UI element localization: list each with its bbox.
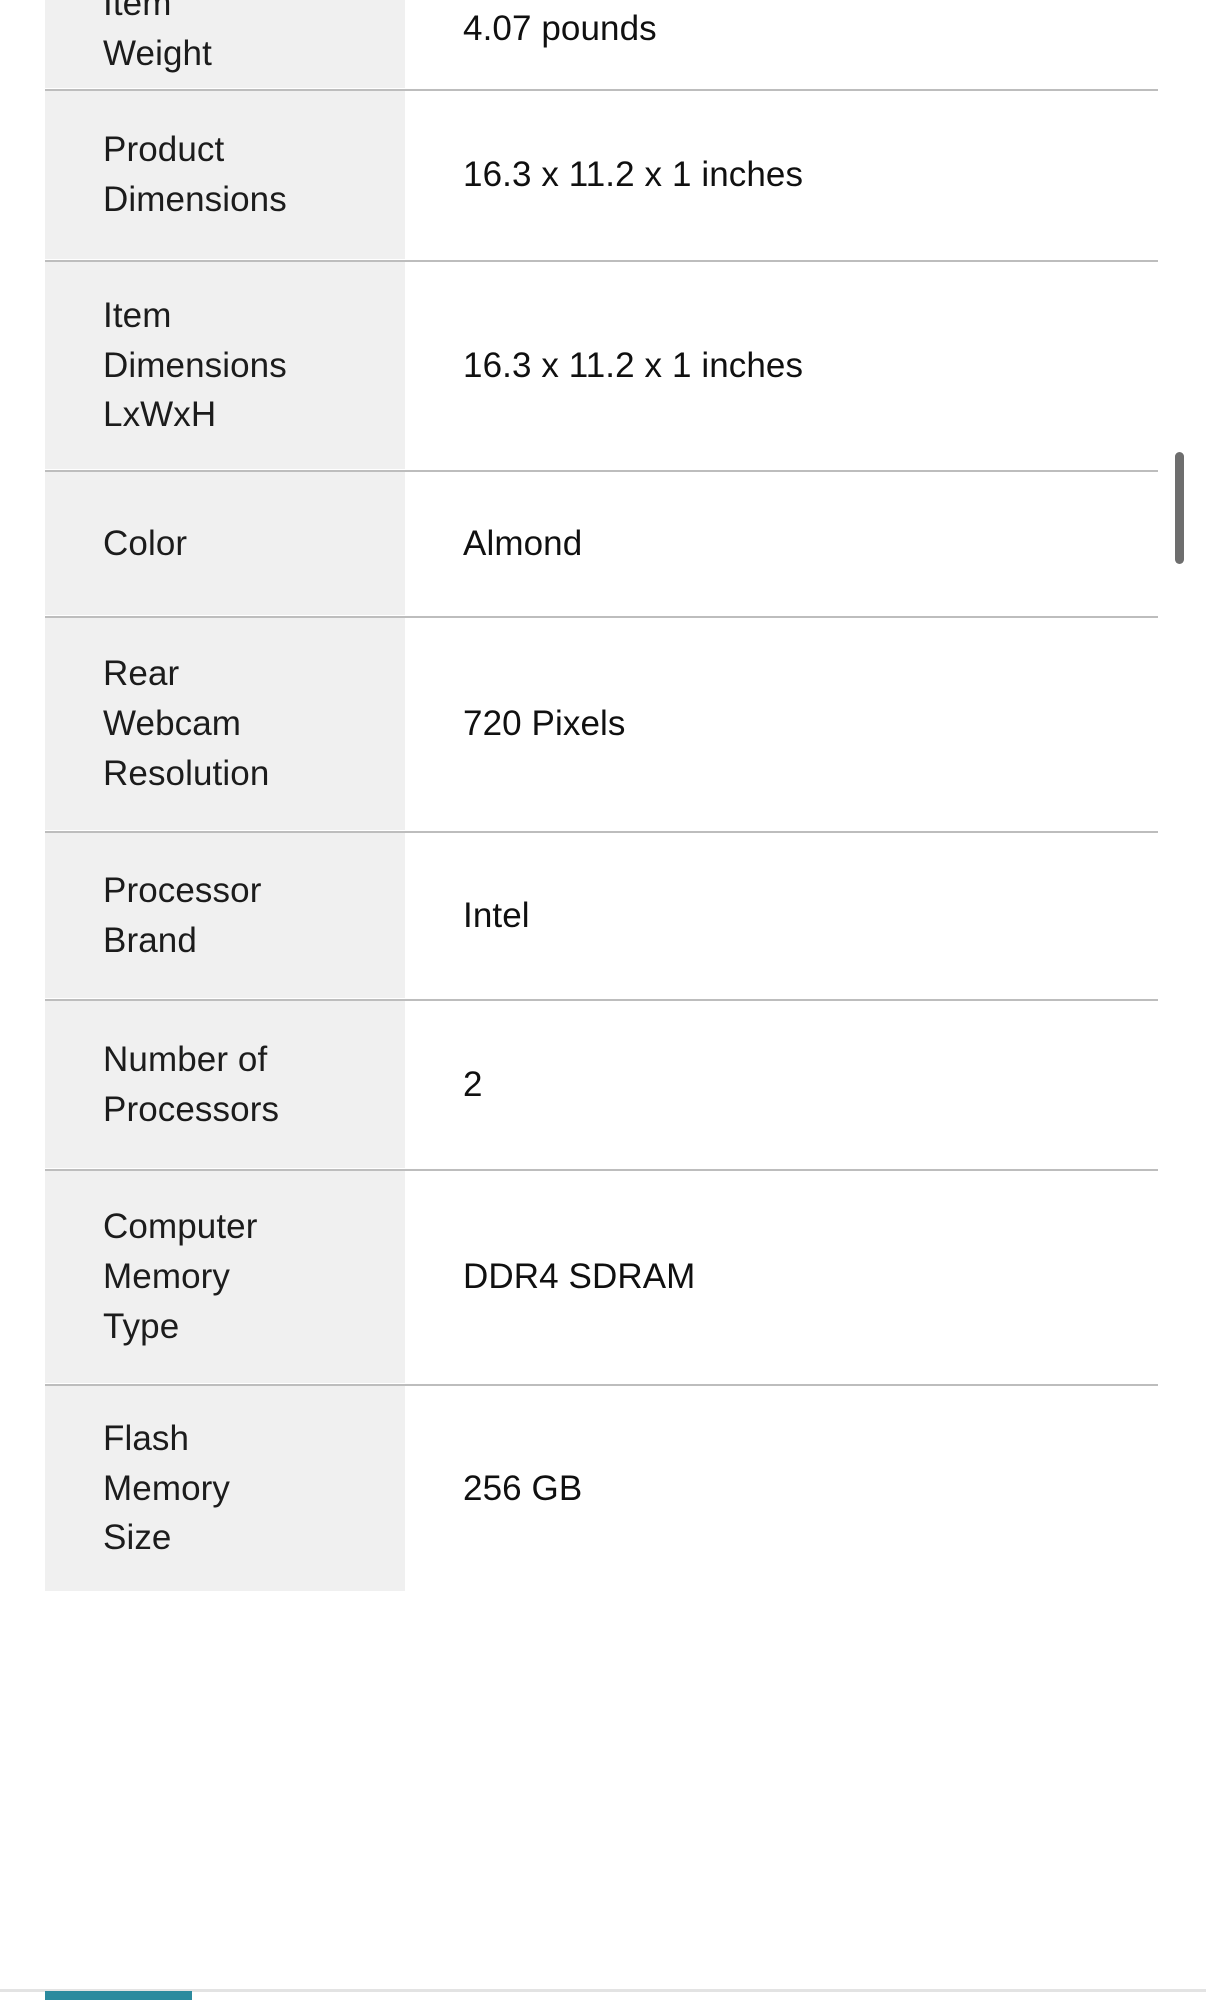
left-gutter — [0, 1386, 45, 1591]
spec-label-cell: Item Weight — [45, 0, 405, 88]
spec-label-cell: Processor Brand — [45, 833, 405, 998]
row-divider — [0, 469, 1206, 472]
spec-label-text: Flash Memory Size — [103, 1418, 230, 1558]
left-gutter — [0, 472, 45, 615]
spec-row: Color Almond — [0, 472, 1206, 615]
spec-value-text: 16.3 x 11.2 x 1 inches — [463, 155, 804, 195]
spec-value-text: DDR4 SDRAM — [463, 1257, 696, 1297]
product-specification-table: Item Weight 4.07 pounds Product Dimensions… — [0, 0, 1206, 1591]
spec-label-text: Item Weight — [103, 0, 212, 73]
left-gutter — [0, 0, 45, 88]
spec-row: Processor Brand Intel — [0, 833, 1206, 998]
spec-label-text: Number of Processors — [103, 1039, 280, 1129]
spec-row: Computer Memory Type DDR4 SDRAM — [0, 1171, 1206, 1383]
row-divider — [0, 88, 1206, 91]
spec-value-cell: 720 Pixels — [405, 618, 1206, 830]
spec-label-cell: Number of Processors — [45, 1001, 405, 1168]
left-gutter — [0, 91, 45, 259]
spec-label-cell: Color — [45, 472, 405, 615]
spec-label-text: Item Dimensions LxWxH — [103, 295, 287, 435]
scrollbar-thumb[interactable] — [1175, 452, 1184, 564]
left-gutter — [0, 1171, 45, 1383]
spec-value-cell: Intel — [405, 833, 1206, 998]
spec-value-text: 2 — [463, 1064, 483, 1104]
product-details-screen: Item Weight 4.07 pounds Product Dimensions… — [0, 0, 1206, 2000]
spec-value-cell: 2 — [405, 1001, 1206, 1168]
spec-row: Product Dimensions 16.3 x 11.2 x 1 inches — [0, 91, 1206, 259]
spec-label-text: Color — [103, 523, 188, 563]
spec-value-cell: 16.3 x 11.2 x 1 inches — [405, 262, 1206, 469]
row-divider — [0, 1383, 1206, 1386]
row-divider — [0, 830, 1206, 833]
spec-label-text: Product Dimensions — [103, 130, 287, 219]
spec-label-text: Processor Brand — [103, 870, 262, 960]
spec-value-text: Intel — [463, 895, 530, 935]
spec-value-text: 4.07 pounds — [463, 9, 657, 49]
spec-row: Rear Webcam Resolution 720 Pixels — [0, 618, 1206, 830]
row-divider — [0, 1168, 1206, 1171]
spec-label-cell: Product Dimensions — [45, 91, 405, 259]
spec-row: Item Weight 4.07 pounds — [0, 0, 1206, 88]
spec-label-text: Computer Memory Type — [103, 1207, 258, 1346]
spec-label-cell: Flash Memory Size — [45, 1386, 405, 1591]
spec-value-text: 256 GB — [463, 1468, 583, 1508]
spec-value-text: Almond — [463, 523, 583, 563]
page-load-progress-bar — [45, 1991, 192, 2000]
spec-value-text: 720 Pixels — [463, 704, 626, 744]
spec-value-cell: 256 GB — [405, 1386, 1206, 1591]
spec-value-cell: 16.3 x 11.2 x 1 inches — [405, 91, 1206, 259]
spec-row: Number of Processors 2 — [0, 1001, 1206, 1168]
spec-label-text: Rear Webcam Resolution — [103, 654, 270, 793]
spec-value-cell: Almond — [405, 472, 1206, 615]
spec-value-cell: 4.07 pounds — [405, 0, 1206, 88]
left-gutter — [0, 1001, 45, 1168]
left-gutter — [0, 618, 45, 830]
spec-value-cell: DDR4 SDRAM — [405, 1171, 1206, 1383]
spec-label-cell: Rear Webcam Resolution — [45, 618, 405, 830]
spec-label-cell: Computer Memory Type — [45, 1171, 405, 1383]
spec-row: Flash Memory Size 256 GB — [0, 1386, 1206, 1591]
row-divider — [0, 998, 1206, 1001]
spec-label-cell: Item Dimensions LxWxH — [45, 262, 405, 469]
scrollbar-track[interactable] — [1175, 0, 1196, 2000]
left-gutter — [0, 833, 45, 998]
spec-value-text: 16.3 x 11.2 x 1 inches — [463, 345, 804, 385]
left-gutter — [0, 262, 45, 469]
row-divider — [0, 615, 1206, 618]
spec-row: Item Dimensions LxWxH 16.3 x 11.2 x 1 inc… — [0, 262, 1206, 469]
row-divider — [0, 259, 1206, 262]
